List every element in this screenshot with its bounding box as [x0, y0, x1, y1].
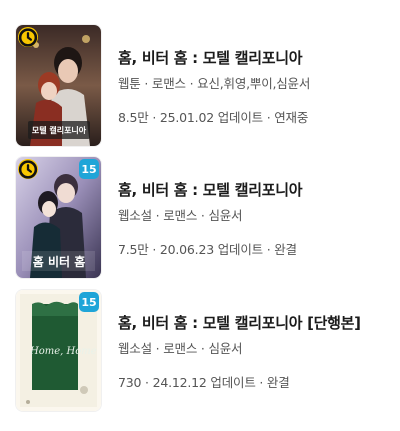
cover-title-text: 홈 비터 홈: [32, 255, 86, 269]
item-stats: 8.5만 · 25.01.02 업데이트 · 연재중: [118, 110, 309, 125]
item-meta: 웹툰 · 로맨스 · 요신,휘영,뿌이,심윤서: [118, 76, 311, 91]
cover-title-text: Home, Home: [30, 346, 97, 357]
cover-image[interactable]: 모텔 캘리포니아: [16, 25, 101, 146]
cover-image[interactable]: 15 Home, Home: [16, 290, 101, 411]
item-title[interactable]: 홈, 비터 홈 : 모텔 캘리포니아: [118, 47, 394, 68]
search-result-list: 모텔 캘리포니아 홈, 비터 홈 : 모텔 캘리포니아 웹툰 · 로맨스 · 요…: [0, 0, 400, 431]
item-stats: 730 · 24.12.12 업데이트 · 완결: [118, 375, 290, 390]
cover-title-text: 모텔 캘리포니아: [31, 126, 87, 135]
list-item[interactable]: 15 Home, Home 홈, 비터 홈 : 모텔 캘리포니아 [단행본] 웹…: [0, 290, 400, 418]
cover-image[interactable]: 15 홈 비터 홈: [16, 157, 101, 278]
age-rating-badge: 15: [79, 292, 99, 312]
item-title[interactable]: 홈, 비터 홈 : 모텔 캘리포니아 [단행본]: [118, 312, 394, 333]
item-meta: 웹소설 · 로맨스 · 심윤서: [118, 208, 243, 223]
item-meta: 웹소설 · 로맨스 · 심윤서: [118, 341, 243, 356]
list-item[interactable]: 모텔 캘리포니아 홈, 비터 홈 : 모텔 캘리포니아 웹툰 · 로맨스 · 요…: [0, 25, 400, 153]
wait-free-badge: [18, 27, 38, 47]
list-item[interactable]: 15 홈 비터 홈 홈, 비터 홈 : 모텔 캘리포니아 웹소설 · 로맨스 ·…: [0, 157, 400, 285]
item-info: 홈, 비터 홈 : 모텔 캘리포니아 웹툰 · 로맨스 · 요신,휘영,뿌이,심…: [118, 25, 394, 126]
age-rating-badge: 15: [79, 159, 99, 179]
clock-icon: [18, 27, 38, 47]
clock-icon: [18, 159, 38, 179]
item-info: 홈, 비터 홈 : 모텔 캘리포니아 웹소설 · 로맨스 · 심윤서 7.5만 …: [118, 157, 394, 258]
wait-free-badge: [18, 159, 38, 179]
item-info: 홈, 비터 홈 : 모텔 캘리포니아 [단행본] 웹소설 · 로맨스 · 심윤서…: [118, 290, 394, 391]
item-stats: 7.5만 · 20.06.23 업데이트 · 완결: [118, 242, 297, 257]
item-title[interactable]: 홈, 비터 홈 : 모텔 캘리포니아: [118, 179, 394, 200]
